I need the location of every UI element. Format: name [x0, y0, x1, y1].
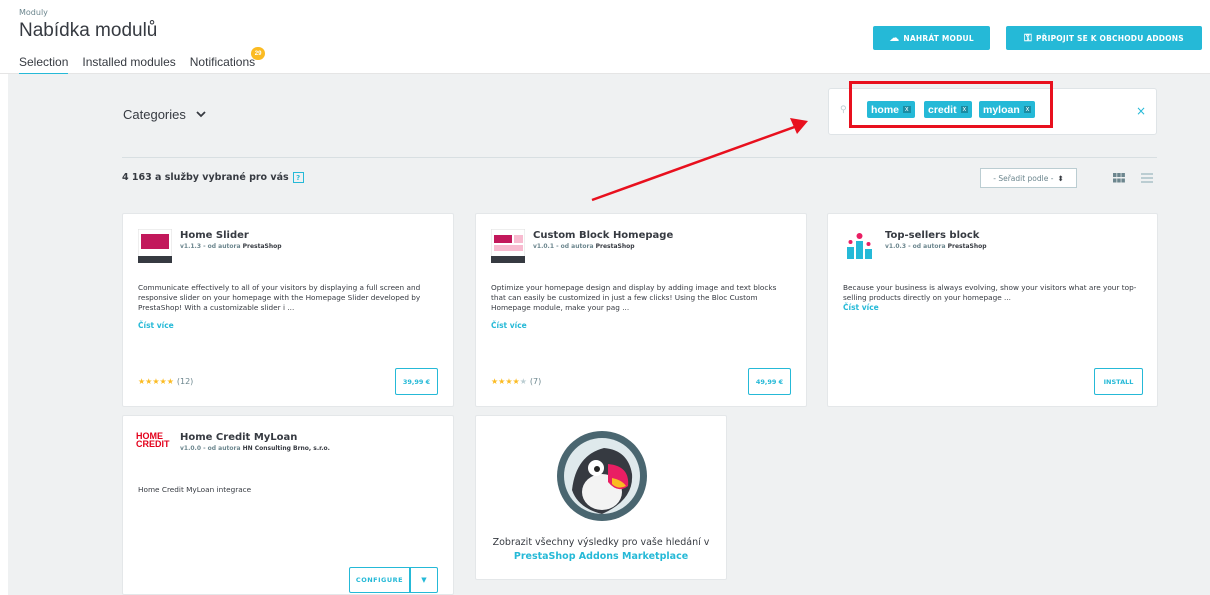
tab-notifications[interactable]: Notifications 29 [189, 47, 266, 75]
annotation-highlight-box [849, 81, 1053, 128]
module-title[interactable]: Home Slider [180, 230, 249, 241]
module-version: v1.0.3 - od autora PrestaShop [885, 243, 987, 250]
connect-addons-button[interactable]: ⚿ PŘIPOJIT SE K OBCHODU ADDONS [1006, 26, 1202, 50]
tab-installed-modules[interactable]: Installed modules [82, 55, 175, 75]
notification-badge: 29 [251, 47, 266, 60]
module-catalog: Categories ⚲ home x credit x myloan x × … [8, 74, 1210, 595]
grid-view-icon[interactable] [1113, 173, 1125, 183]
cloud-upload-icon: ☁ [889, 32, 900, 44]
module-description: Home Credit MyLoan integrace [138, 485, 252, 494]
promo-text: Zobrazit všechny výsledky pro vaše hledá… [476, 536, 726, 564]
home-credit-logo: HOME CREDIT [136, 432, 170, 449]
rating: ★★★★★ (7) [491, 377, 541, 386]
result-count-text: 4 163 a služby vybrané pro vás [122, 172, 289, 183]
module-title[interactable]: Custom Block Homepage [533, 230, 673, 241]
module-title[interactable]: Home Credit MyLoan [180, 432, 297, 443]
sort-select[interactable]: - Seřadit podle - ⬍ [980, 168, 1077, 188]
rating-count: (7) [529, 377, 542, 386]
addons-promo-card[interactable]: Zobrazit všechny výsledky pro vaše hledá… [475, 415, 727, 580]
addons-marketplace-link[interactable]: PrestaShop Addons Marketplace [476, 550, 726, 564]
module-description: Optimize your homepage design and displa… [491, 283, 777, 312]
rating-count: (12) [176, 377, 194, 386]
categories-dropdown[interactable]: Categories [123, 107, 206, 122]
module-card-home-slider[interactable]: Home Slider v1.1.3 - od autora PrestaSho… [122, 213, 454, 407]
read-more-link[interactable]: Číst více [843, 303, 879, 312]
tab-bar: Selection Installed modules Notification… [19, 47, 269, 75]
module-author: PrestaShop [242, 243, 282, 250]
tab-notifications-label: Notifications [189, 55, 256, 69]
divider [122, 157, 1157, 158]
module-card-top-sellers-block[interactable]: Top-sellers block v1.0.3 - od autora Pre… [827, 213, 1158, 407]
configure-dropdown-icon[interactable]: ▼ [410, 567, 438, 593]
module-version-text: v1.0.3 - od autora [885, 243, 946, 250]
module-description: Communicate effectively to all of your v… [138, 283, 421, 312]
star-icons: ★★★★ [491, 377, 520, 386]
star-empty-icon: ★ [519, 377, 527, 386]
connect-addons-label: PŘIPOJIT SE K OBCHODU ADDONS [1035, 33, 1184, 43]
module-version: v1.0.0 - od autora HN Consulting Brno, s… [180, 445, 330, 452]
buy-button[interactable]: 39,99 € [395, 368, 438, 395]
read-more-link[interactable]: Číst více [138, 321, 174, 330]
sort-label: - Seřadit podle - [993, 173, 1054, 183]
rating: ★★★★★ (12) [138, 377, 193, 386]
module-version-text: v1.0.0 - od autora [180, 445, 241, 452]
module-version: v1.0.1 - od autora PrestaShop [533, 243, 635, 250]
search-icon: ⚲ [840, 105, 847, 115]
read-more-link[interactable]: Číst více [491, 321, 527, 330]
breadcrumb[interactable]: Moduly [19, 8, 48, 17]
module-version: v1.1.3 - od autora PrestaShop [180, 243, 282, 250]
module-author: PrestaShop [595, 243, 635, 250]
result-count: 4 163 a služby vybrané pro vás ? [122, 172, 304, 183]
module-title[interactable]: Top-sellers block [885, 230, 979, 241]
logo-text: CREDIT [136, 439, 170, 449]
module-thumbnail [138, 229, 172, 263]
list-view-icon[interactable] [1141, 173, 1153, 183]
module-version-text: v1.1.3 - od autora [180, 243, 241, 250]
chevron-down-icon [196, 111, 206, 118]
module-card-home-credit-myloan[interactable]: HOME CREDIT Home Credit MyLoan v1.0.0 - … [122, 415, 454, 595]
page-title: Nabídka modulů [19, 20, 158, 41]
upload-module-button[interactable]: ☁ NAHRÁT MODUL [873, 26, 990, 50]
upload-module-label: NAHRÁT MODUL [903, 33, 974, 43]
buy-button[interactable]: 49,99 € [748, 368, 791, 395]
categories-label: Categories [123, 107, 186, 122]
module-card-custom-block-homepage[interactable]: Custom Block Homepage v1.0.1 - od autora… [475, 213, 807, 407]
module-version-text: v1.0.1 - od autora [533, 243, 594, 250]
module-thumbnail [843, 229, 877, 263]
key-icon: ⚿ [1024, 32, 1032, 44]
module-author: PrestaShop [947, 243, 987, 250]
module-thumbnail [491, 229, 525, 263]
help-icon[interactable]: ? [292, 172, 304, 183]
module-description: Because your business is always evolving… [843, 283, 1137, 302]
tab-selection[interactable]: Selection [19, 55, 69, 75]
star-icons: ★★★★★ [138, 377, 174, 386]
promo-message: Zobrazit všechny výsledky pro vaše hledá… [492, 537, 710, 548]
module-author: HN Consulting Brno, s.r.o. [242, 445, 330, 452]
page-header: Moduly Nabídka modulů Selection Installe… [0, 0, 1210, 75]
install-button[interactable]: INSTALL [1094, 368, 1143, 395]
prestashop-puffin-logo [557, 431, 647, 521]
clear-search-icon[interactable]: × [1136, 104, 1146, 118]
sort-arrows-icon: ⬍ [1057, 173, 1064, 183]
configure-button[interactable]: CONFIGURE [349, 567, 410, 593]
